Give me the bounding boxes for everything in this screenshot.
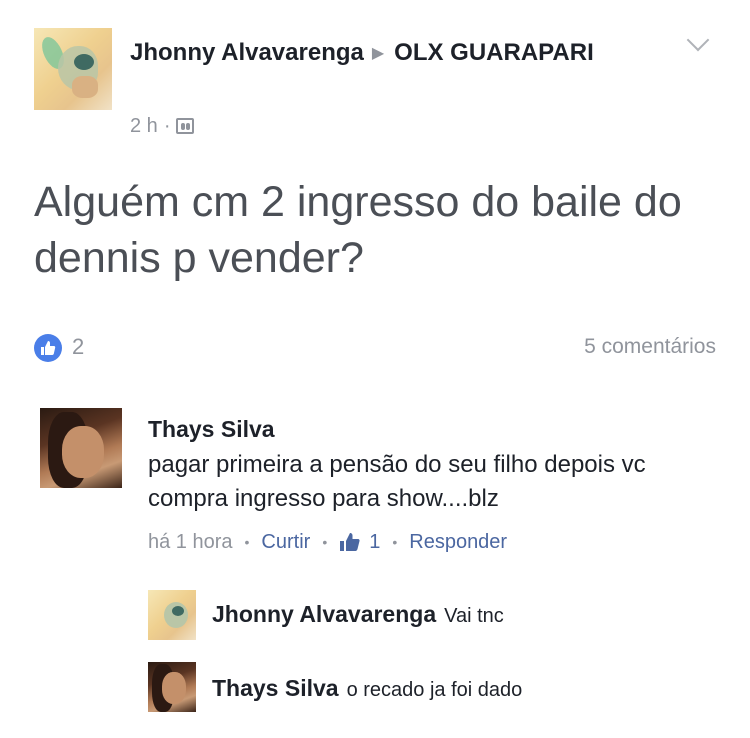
comment-author-name[interactable]: Thays Silva	[148, 414, 275, 444]
post-author-line: Jhonny Alvavarenga ▶ OLX GUARAPARI	[130, 38, 650, 69]
post-time[interactable]: 2 h	[130, 114, 158, 138]
reply-button[interactable]: Responder	[409, 528, 507, 556]
comment-like-count[interactable]: 1	[369, 528, 380, 556]
comment-text: pagar primeira a pensão do seu filho dep…	[148, 451, 646, 512]
chevron-down-icon[interactable]	[686, 28, 710, 52]
reply-item: Thays Silva o recado ja foi dado	[212, 673, 522, 705]
comment-author-avatar[interactable]	[40, 408, 122, 488]
meta-separator: ·	[163, 115, 171, 137]
reply-author-name[interactable]: Thays Silva	[212, 675, 339, 701]
thumbs-up-icon	[339, 532, 361, 552]
comments-count-link[interactable]: 5 comentários	[560, 333, 716, 361]
like-reaction-icon[interactable]	[34, 334, 62, 362]
post-author-name[interactable]: Jhonny Alvavarenga	[130, 39, 364, 66]
reply-item: Jhonny Alvavarenga Vai tnc	[212, 599, 504, 631]
post-author-avatar[interactable]	[34, 28, 112, 110]
reply-author-avatar[interactable]	[148, 590, 196, 640]
group-privacy-icon	[176, 118, 195, 134]
post-group-name[interactable]: OLX GUARAPARI	[394, 39, 594, 66]
reply-text: o recado ja foi dado	[346, 679, 523, 701]
comment-time[interactable]: há 1 hora	[148, 528, 233, 556]
reply-author-avatar[interactable]	[148, 662, 196, 712]
like-comment-button[interactable]: Curtir	[261, 528, 310, 556]
like-count[interactable]: 2	[72, 333, 84, 361]
post-text: Alguém cm 2 ingresso do baile do dennis …	[34, 178, 682, 282]
reply-author-name[interactable]: Jhonny Alvavarenga	[212, 601, 436, 627]
reply-text: Vai tnc	[444, 605, 504, 627]
comment-actions: há 1 hora • Curtir • 1 • Responder	[148, 528, 507, 556]
post-meta: 2 h ·	[130, 114, 195, 138]
arrow-right-icon: ▶	[371, 45, 385, 62]
